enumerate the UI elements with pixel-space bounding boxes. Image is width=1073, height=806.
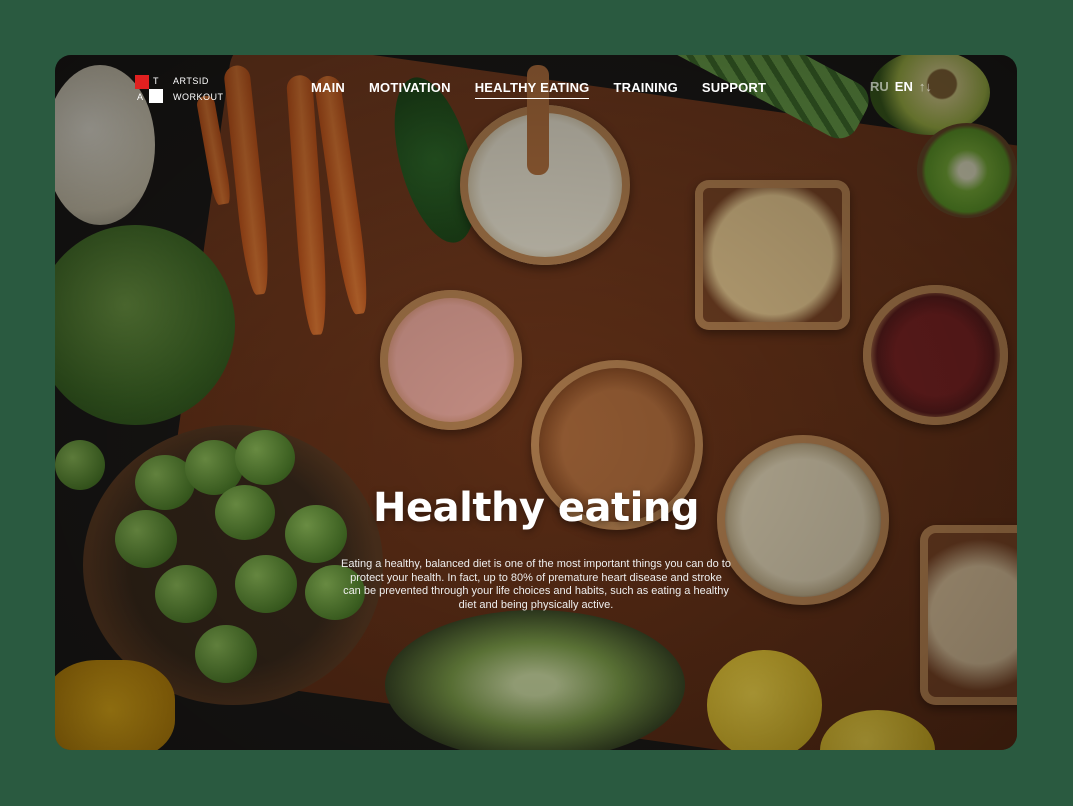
hero-frame: T A ARTSID WORKOUT MAIN MOTIVATION HEALT… (55, 55, 1017, 750)
lang-en[interactable]: EN (895, 79, 913, 94)
nav-healthy-eating[interactable]: HEALTHY EATING (474, 80, 590, 99)
nav-support[interactable]: SUPPORT (702, 80, 766, 99)
logo-letter: T (153, 76, 159, 86)
dark-overlay (55, 55, 1017, 750)
page-title: Healthy eating (373, 485, 699, 531)
lang-ru[interactable]: RU (870, 79, 889, 94)
logo-square-red (135, 75, 149, 89)
main-nav: MAIN MOTIVATION HEALTHY EATING TRAINING … (311, 80, 766, 99)
logo[interactable]: T A ARTSID WORKOUT (135, 75, 255, 105)
nav-motivation[interactable]: MOTIVATION (369, 80, 451, 99)
logo-square-white (149, 89, 163, 103)
nav-training[interactable]: TRAINING (613, 80, 677, 99)
logo-line: ARTSID (173, 76, 209, 86)
hero-description: Eating a healthy, balanced diet is one o… (341, 558, 731, 611)
sort-arrows-icon[interactable]: ↑↓ (919, 79, 932, 94)
logo-line: WORKOUT (173, 92, 224, 102)
language-switcher: RU EN ↑↓ (870, 79, 932, 94)
logo-letter: A (137, 92, 144, 102)
nav-main[interactable]: MAIN (311, 80, 345, 99)
